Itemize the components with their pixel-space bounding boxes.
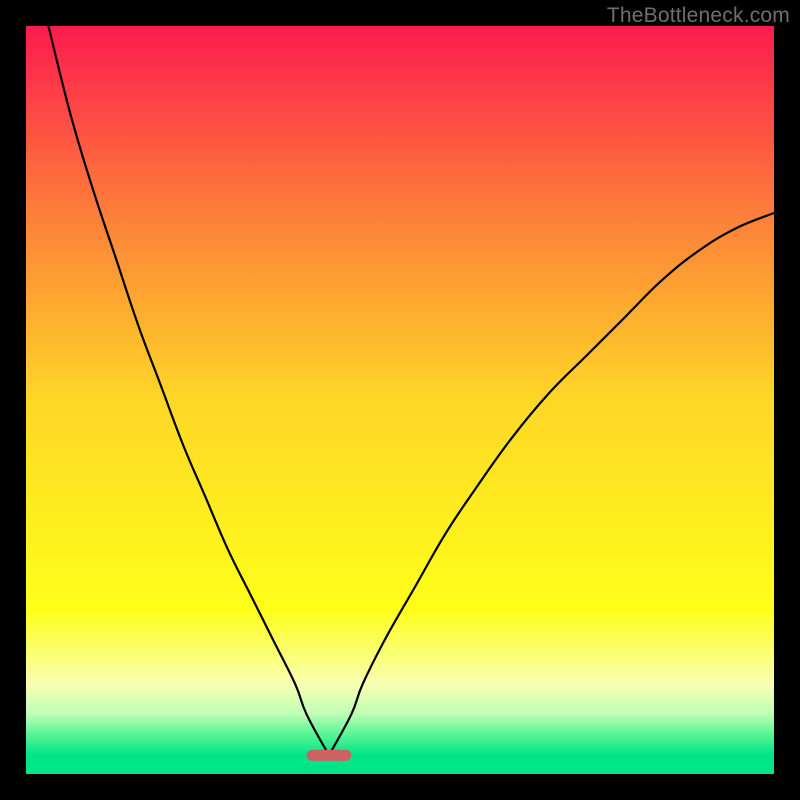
watermark-text: TheBottleneck.com: [607, 4, 790, 28]
chart-frame: TheBottleneck.com: [0, 0, 800, 800]
gradient-background: [26, 26, 774, 774]
plot-area: [26, 26, 774, 774]
optimum-marker: [307, 750, 352, 761]
chart-svg: [26, 26, 774, 774]
